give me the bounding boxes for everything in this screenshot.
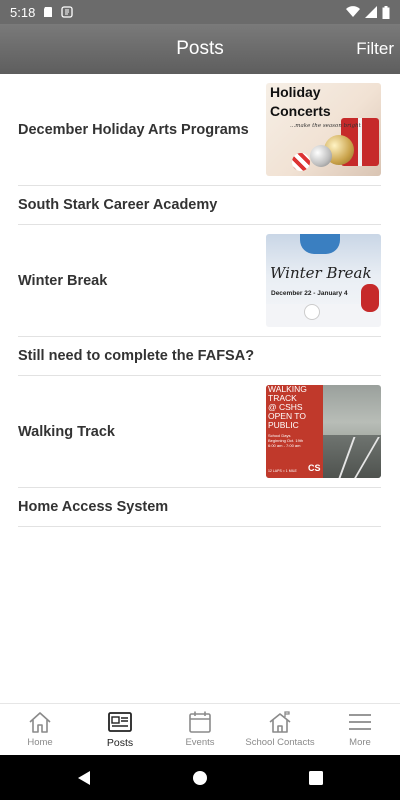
thumb-heading-1: Holiday <box>270 84 321 100</box>
menu-icon <box>349 714 371 730</box>
post-item[interactable]: Still need to complete the FAFSA? <box>18 337 381 376</box>
nav-home[interactable]: Home <box>0 704 80 755</box>
red-mitten-shape <box>361 284 379 312</box>
post-title: Walking Track <box>18 423 115 440</box>
posts-icon <box>108 712 132 732</box>
thumb-dates: December 22 - January 4 <box>271 290 348 297</box>
post-thumbnail: Holiday Concerts ...make the season brig… <box>266 83 381 176</box>
snowman-shape <box>304 304 320 320</box>
filter-button[interactable]: Filter <box>348 24 394 74</box>
system-back-button[interactable] <box>26 770 142 786</box>
nav-label: Home <box>27 737 53 748</box>
app-bar: Posts Filter <box>0 24 400 74</box>
app-notification-icon <box>61 6 73 18</box>
calendar-icon <box>189 711 211 733</box>
post-item[interactable]: South Stark Career Academy <box>18 186 381 225</box>
wifi-icon <box>346 6 360 18</box>
post-title: South Stark Career Academy <box>18 197 218 213</box>
nav-more[interactable]: More <box>320 704 400 755</box>
thumb-detail-3: 6:00 am - 7:00 am <box>268 443 301 448</box>
thumb-heading-2: Concerts <box>270 103 331 119</box>
status-time: 5:18 <box>10 4 36 20</box>
thumb-laps: 12 LAPS = 1 MILE <box>268 469 297 473</box>
sd-card-icon <box>44 7 53 17</box>
post-item[interactable]: Home Access System <box>18 488 381 527</box>
back-triangle-icon <box>78 770 90 785</box>
posts-list: December Holiday Arts Programs Holiday C… <box>18 74 381 527</box>
system-nav-bar <box>0 755 400 800</box>
nav-label: School Contacts <box>245 737 315 748</box>
post-title: Winter Break <box>18 272 108 289</box>
post-title: Home Access System <box>18 499 169 515</box>
nav-label: Events <box>185 737 215 748</box>
battery-icon <box>382 5 390 19</box>
thumb-tagline: ...make the season bright <box>290 123 361 129</box>
status-bar: 5:18 <box>0 0 400 24</box>
thumb-heading-1: Winter Break <box>270 264 372 282</box>
post-title: Still need to complete the FAFSA? <box>18 348 255 364</box>
thumb-heading-5: PUBLIC <box>268 420 299 430</box>
nav-label: More <box>349 737 371 748</box>
cell-signal-icon <box>365 6 377 18</box>
system-recents-button[interactable] <box>258 770 374 785</box>
post-item[interactable]: Winter Break Winter Break December 22 - … <box>18 225 381 337</box>
nav-school-contacts[interactable]: School Contacts <box>240 704 320 755</box>
post-thumbnail: WALKING TRACK @ CSHS OPEN TO PUBLIC Scho… <box>266 385 381 478</box>
post-title: December Holiday Arts Programs <box>18 121 249 138</box>
striped-ornament-shape <box>292 153 310 171</box>
silver-ornament-shape <box>310 145 332 167</box>
recents-square-icon <box>309 770 323 785</box>
nav-label: Posts <box>106 737 134 749</box>
home-icon <box>29 712 51 733</box>
post-thumbnail: Winter Break December 22 - January 4 <box>266 234 381 327</box>
nav-events[interactable]: Events <box>160 704 240 755</box>
mittens-shape <box>300 234 340 254</box>
system-home-button[interactable] <box>142 770 258 786</box>
post-item[interactable]: Walking Track WALKING TRACK @ CSHS OPEN … <box>18 376 381 488</box>
home-circle-icon <box>193 770 207 785</box>
school-icon <box>269 711 291 733</box>
nav-posts[interactable]: Posts <box>80 704 160 755</box>
page-title: Posts <box>176 38 224 59</box>
post-item[interactable]: December Holiday Arts Programs Holiday C… <box>18 74 381 186</box>
school-logo: CS <box>308 463 321 473</box>
bottom-nav: Home Posts Events School Contacts More <box>0 703 400 755</box>
